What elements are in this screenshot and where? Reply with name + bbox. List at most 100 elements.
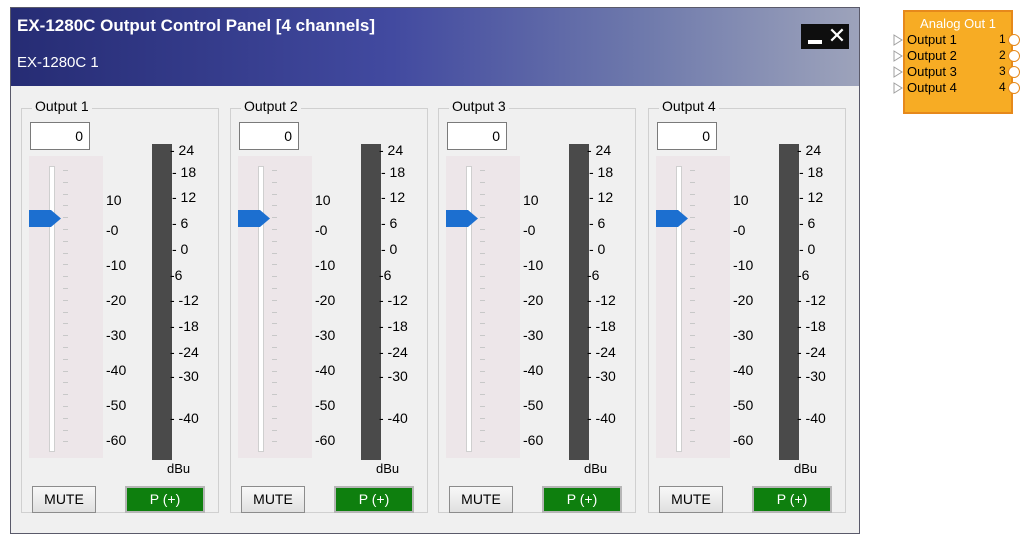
fader-thumb-icon[interactable] <box>656 209 690 228</box>
output-port-icon[interactable] <box>1008 82 1020 94</box>
input-port-icon[interactable] <box>893 50 903 62</box>
fader-tick <box>272 311 277 313</box>
meter-unit-label: dBu <box>584 461 608 476</box>
fader-tick <box>690 217 695 219</box>
fader-tick <box>690 264 695 266</box>
input-port-icon[interactable] <box>893 34 903 46</box>
fader-tick <box>63 417 68 419</box>
mute-button[interactable]: MUTE <box>449 486 513 513</box>
block-port-label: Output 2 <box>907 48 957 63</box>
fader-scale-label: -0 <box>523 222 536 238</box>
fader-tick <box>63 217 68 219</box>
input-port-icon[interactable] <box>893 82 903 94</box>
fader-tick <box>480 217 485 219</box>
mute-button[interactable]: MUTE <box>659 486 723 513</box>
fader-tick <box>63 358 68 360</box>
polarity-button[interactable]: P (+) <box>334 486 414 513</box>
analog-out-block[interactable]: Analog Out 1 Output 1 1 Output 2 2 Output 3 3… <box>893 7 1020 117</box>
fader-scale-label: -30 <box>106 327 127 343</box>
fader-tick <box>480 417 485 419</box>
meter-scale-label: - -12 <box>587 292 616 308</box>
fader-tick <box>63 429 68 431</box>
fader-scale-label: -60 <box>315 432 336 448</box>
fader-scale-label: -50 <box>523 397 544 413</box>
fader-tick <box>63 170 68 171</box>
fader-scale-label: -10 <box>315 257 336 273</box>
meter-scale-label: - 6 <box>589 215 606 231</box>
fader-tick <box>480 288 485 289</box>
fader-tick <box>63 205 68 207</box>
channel-area: Output 1 0 10 -0 -10 -20 -30 -40 -50 -60- 24- 18-… <box>11 86 859 533</box>
fader-tick <box>63 323 68 325</box>
fader-tick <box>63 240 68 242</box>
output-port-icon[interactable] <box>1008 50 1020 62</box>
meter-scale-label: - -30 <box>797 368 826 384</box>
polarity-button[interactable]: P (+) <box>542 486 622 513</box>
output-port-icon[interactable] <box>1008 66 1020 78</box>
fader-tick <box>690 323 695 325</box>
fader-tick <box>690 370 695 372</box>
fader-thumb-icon[interactable] <box>446 209 480 228</box>
mute-button[interactable]: MUTE <box>241 486 305 513</box>
fader-tick <box>480 252 485 254</box>
fader-tick <box>480 394 485 396</box>
fader-thumb-icon[interactable] <box>29 209 63 228</box>
gain-value-input[interactable]: 0 <box>239 122 299 150</box>
polarity-button[interactable]: P (+) <box>125 486 205 513</box>
fader-scale-label: -10 <box>733 257 754 273</box>
gain-fader[interactable] <box>656 156 730 458</box>
gain-fader[interactable] <box>446 156 520 458</box>
fader-scale-label: -10 <box>106 257 127 273</box>
fader-tick <box>690 276 695 278</box>
gain-fader[interactable] <box>238 156 312 458</box>
meter-scale-label: - 0 <box>172 241 189 257</box>
fader-tick <box>690 229 695 230</box>
meter-scale-label: - -18 <box>379 318 408 334</box>
gain-value-input[interactable]: 0 <box>30 122 90 150</box>
fader-tick <box>272 441 277 443</box>
polarity-button[interactable]: P (+) <box>752 486 832 513</box>
gain-fader[interactable] <box>29 156 103 458</box>
fader-tick <box>272 276 277 278</box>
window-buttons: ✕ <box>801 24 849 49</box>
meter-scale-label: - -24 <box>587 344 616 360</box>
meter-scale-label: -6 <box>587 267 600 283</box>
fader-tick <box>480 240 485 242</box>
title-bar[interactable]: EX-1280C Output Control Panel [4 channel… <box>11 8 859 86</box>
fader-tick <box>690 299 695 301</box>
fader-tick <box>480 323 485 325</box>
fader-tick <box>63 193 68 195</box>
output-port-icon[interactable] <box>1008 34 1020 46</box>
level-meter <box>152 144 172 460</box>
minimize-button[interactable] <box>805 24 825 49</box>
gain-value-input[interactable]: 0 <box>447 122 507 150</box>
window-title: EX-1280C Output Control Panel [4 channel… <box>17 16 376 35</box>
fader-tick <box>480 311 485 313</box>
input-port-icon[interactable] <box>893 66 903 78</box>
close-icon: ✕ <box>827 24 847 49</box>
close-button[interactable]: ✕ <box>825 24 849 49</box>
fader-scale-label: -0 <box>733 222 746 238</box>
block-port-number: 3 <box>999 64 1006 78</box>
channel-group-4: Output 4 0 10 -0 -10 -20 -30 -40 -50 -60 - 24 - 18 -… <box>648 98 846 513</box>
fader-tick <box>272 193 277 195</box>
fader-tick <box>272 170 277 171</box>
channel-label: Output 4 <box>659 98 719 114</box>
fader-tick <box>272 217 277 219</box>
fader-scale-label: -10 <box>523 257 544 273</box>
fader-tick <box>480 347 485 348</box>
meter-scale-label: - -40 <box>379 410 408 426</box>
meter-scale-label: -6 <box>379 267 392 283</box>
channel-label: Output 1 <box>32 98 92 114</box>
fader-scale-label: -30 <box>315 327 336 343</box>
meter-scale-label: - 18 <box>172 164 197 180</box>
fader-tick <box>480 229 485 230</box>
level-meter <box>779 144 799 460</box>
fader-tick <box>480 382 485 384</box>
gain-value-input[interactable]: 0 <box>657 122 717 150</box>
fader-tick <box>63 382 68 384</box>
mute-button[interactable]: MUTE <box>32 486 96 513</box>
fader-tick <box>272 394 277 396</box>
fader-thumb-icon[interactable] <box>238 209 272 228</box>
meter-scale-label: - 0 <box>799 241 816 257</box>
